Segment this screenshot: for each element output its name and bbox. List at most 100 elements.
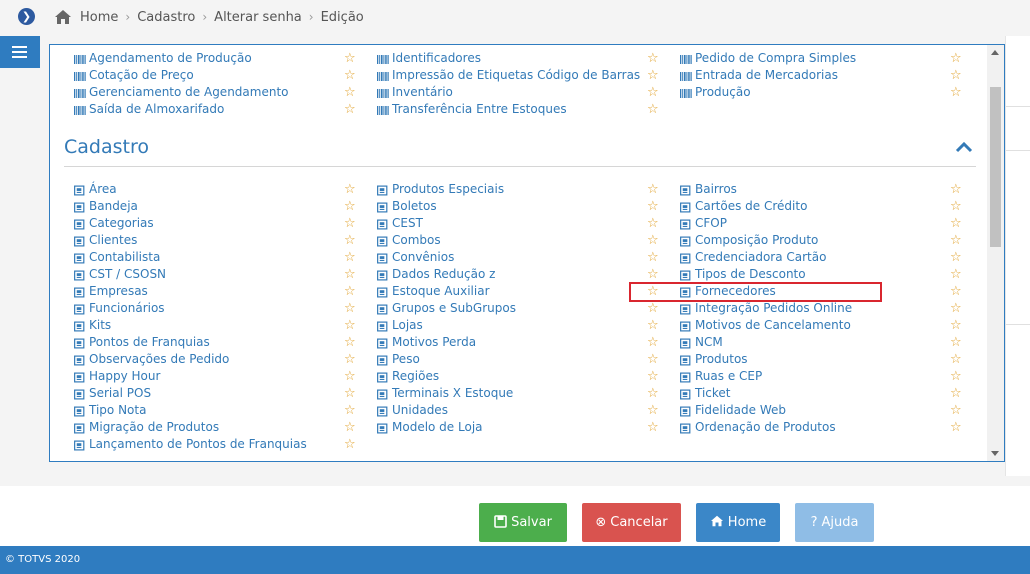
- star-outline-icon[interactable]: ☆: [344, 300, 356, 317]
- menu-item-label[interactable]: Pontos de Franquias: [89, 334, 210, 351]
- star-outline-icon[interactable]: ☆: [950, 385, 962, 402]
- menu-item-label[interactable]: Convênios: [392, 249, 454, 266]
- menu-item-label[interactable]: Happy Hour: [89, 368, 160, 385]
- menu-item-ruas-e-cep[interactable]: Ruas e CEP ☆: [680, 368, 970, 385]
- star-outline-icon[interactable]: ☆: [950, 50, 962, 67]
- menu-item-label[interactable]: CEST: [392, 215, 423, 232]
- cancel-button[interactable]: ⊗ Cancelar: [582, 503, 681, 542]
- menu-item-produtos[interactable]: Produtos ☆: [680, 351, 970, 368]
- menu-item-label[interactable]: Cotação de Preço: [89, 67, 194, 84]
- star-outline-icon[interactable]: ☆: [950, 249, 962, 266]
- menu-item-produtos-especiais[interactable]: Produtos Especiais ☆: [377, 181, 667, 198]
- menu-icon[interactable]: [0, 36, 40, 68]
- menu-item-label[interactable]: Produtos: [695, 351, 748, 368]
- menu-item-label[interactable]: Clientes: [89, 232, 137, 249]
- menu-item-happy-hour[interactable]: Happy Hour ☆: [74, 368, 364, 385]
- menu-item-label[interactable]: NCM: [695, 334, 723, 351]
- save-button[interactable]: Salvar: [479, 503, 567, 542]
- star-outline-icon[interactable]: ☆: [344, 334, 356, 351]
- menu-item-label[interactable]: Saída de Almoxarifado: [89, 101, 224, 118]
- menu-item-label[interactable]: Entrada de Mercadorias: [695, 67, 838, 84]
- menu-item-funcionarios[interactable]: Funcionários ☆: [74, 300, 364, 317]
- menu-item-label[interactable]: Kits: [89, 317, 111, 334]
- menu-item-cotacao-de-preco[interactable]: Cotação de Preço ☆: [74, 67, 364, 84]
- menu-item-integracao-pedidos-online[interactable]: Integração Pedidos Online ☆: [680, 300, 970, 317]
- menu-item-peso[interactable]: Peso ☆: [377, 351, 667, 368]
- star-outline-icon[interactable]: ☆: [344, 84, 356, 101]
- star-outline-icon[interactable]: ☆: [647, 419, 659, 436]
- menu-item-label[interactable]: Gerenciamento de Agendamento: [89, 84, 289, 101]
- menu-item-cest[interactable]: CEST ☆: [377, 215, 667, 232]
- menu-item-agendamento-de-producao[interactable]: Agendamento de Produção ☆: [74, 50, 364, 67]
- menu-item-combos[interactable]: Combos ☆: [377, 232, 667, 249]
- menu-item-grupos-e-subgrupos[interactable]: Grupos e SubGrupos ☆: [377, 300, 667, 317]
- star-outline-icon[interactable]: ☆: [344, 266, 356, 283]
- menu-item-label[interactable]: Composição Produto: [695, 232, 818, 249]
- star-outline-icon[interactable]: ☆: [950, 283, 962, 300]
- menu-item-label[interactable]: Motivos Perda: [392, 334, 476, 351]
- home-button[interactable]: Home: [696, 503, 780, 542]
- nav-toggle-icon[interactable]: ❯: [18, 8, 35, 25]
- star-outline-icon[interactable]: ☆: [647, 198, 659, 215]
- star-outline-icon[interactable]: ☆: [950, 300, 962, 317]
- star-outline-icon[interactable]: ☆: [647, 300, 659, 317]
- menu-item-label[interactable]: Regiões: [392, 368, 439, 385]
- star-outline-icon[interactable]: ☆: [647, 385, 659, 402]
- menu-item-label[interactable]: Categorias: [89, 215, 154, 232]
- star-outline-icon[interactable]: ☆: [344, 402, 356, 419]
- menu-item-motivos-de-cancelamento[interactable]: Motivos de Cancelamento ☆: [680, 317, 970, 334]
- menu-item-empresas[interactable]: Empresas ☆: [74, 283, 364, 300]
- menu-item-lojas[interactable]: Lojas ☆: [377, 317, 667, 334]
- star-outline-icon[interactable]: ☆: [950, 317, 962, 334]
- star-outline-icon[interactable]: ☆: [950, 232, 962, 249]
- menu-item-label[interactable]: Tipo Nota: [89, 402, 146, 419]
- menu-item-ncm[interactable]: NCM ☆: [680, 334, 970, 351]
- menu-item-serial-pos[interactable]: Serial POS ☆: [74, 385, 364, 402]
- menu-item-terminais-x-estoque[interactable]: Terminais X Estoque ☆: [377, 385, 667, 402]
- star-outline-icon[interactable]: ☆: [950, 181, 962, 198]
- star-outline-icon[interactable]: ☆: [950, 266, 962, 283]
- star-outline-icon[interactable]: ☆: [344, 215, 356, 232]
- menu-item-label[interactable]: Ordenação de Produtos: [695, 419, 836, 436]
- home-icon[interactable]: [54, 9, 72, 25]
- menu-item-cst-csosn[interactable]: CST / CSOSN ☆: [74, 266, 364, 283]
- menu-item-saida-de-almoxarifado[interactable]: Saída de Almoxarifado ☆: [74, 101, 364, 118]
- menu-item-label[interactable]: CFOP: [695, 215, 727, 232]
- menu-item-clientes[interactable]: Clientes ☆: [74, 232, 364, 249]
- menu-item-gerenciamento-de-agendamento[interactable]: Gerenciamento de Agendamento ☆: [74, 84, 364, 101]
- star-outline-icon[interactable]: ☆: [647, 334, 659, 351]
- star-outline-icon[interactable]: ☆: [647, 215, 659, 232]
- menu-item-label[interactable]: Peso: [392, 351, 420, 368]
- menu-item-label[interactable]: Terminais X Estoque: [392, 385, 513, 402]
- menu-item-credenciadora-cartao[interactable]: Credenciadora Cartão ☆: [680, 249, 970, 266]
- menu-item-pontos-de-franquias[interactable]: Pontos de Franquias ☆: [74, 334, 364, 351]
- menu-item-label[interactable]: Lançamento de Pontos de Franquias: [89, 436, 307, 453]
- star-outline-icon[interactable]: ☆: [950, 402, 962, 419]
- menu-item-kits[interactable]: Kits ☆: [74, 317, 364, 334]
- star-outline-icon[interactable]: ☆: [344, 351, 356, 368]
- menu-item-composicao-produto[interactable]: Composição Produto ☆: [680, 232, 970, 249]
- menu-item-label[interactable]: Produtos Especiais: [392, 181, 504, 198]
- menu-item-label[interactable]: Identificadores: [392, 50, 481, 67]
- menu-item-estoque-auxiliar[interactable]: Estoque Auxiliar ☆: [377, 283, 667, 300]
- star-outline-icon[interactable]: ☆: [950, 84, 962, 101]
- menu-item-convenios[interactable]: Convênios ☆: [377, 249, 667, 266]
- breadcrumb-home[interactable]: Home: [80, 10, 118, 25]
- star-outline-icon[interactable]: ☆: [344, 283, 356, 300]
- menu-item-migracao-de-produtos[interactable]: Migração de Produtos ☆: [74, 419, 364, 436]
- menu-item-lancamento-de-pontos-de-franquias[interactable]: Lançamento de Pontos de Franquias ☆: [74, 436, 364, 453]
- star-outline-icon[interactable]: ☆: [344, 385, 356, 402]
- star-outline-icon[interactable]: ☆: [950, 198, 962, 215]
- menu-item-label[interactable]: Impressão de Etiquetas Código de Barras: [392, 67, 640, 84]
- star-outline-icon[interactable]: ☆: [647, 317, 659, 334]
- menu-item-contabilista[interactable]: Contabilista ☆: [74, 249, 364, 266]
- menu-item-label[interactable]: Área: [89, 181, 117, 198]
- star-outline-icon[interactable]: ☆: [344, 67, 356, 84]
- menu-item-regioes[interactable]: Regiões ☆: [377, 368, 667, 385]
- menu-item-transferencia-entre-estoques[interactable]: Transferência Entre Estoques ☆: [377, 101, 667, 118]
- star-outline-icon[interactable]: ☆: [647, 50, 659, 67]
- menu-item-inventario[interactable]: Inventário ☆: [377, 84, 667, 101]
- star-outline-icon[interactable]: ☆: [950, 334, 962, 351]
- menu-item-bairros[interactable]: Bairros ☆: [680, 181, 970, 198]
- scroll-up-icon[interactable]: [991, 50, 999, 55]
